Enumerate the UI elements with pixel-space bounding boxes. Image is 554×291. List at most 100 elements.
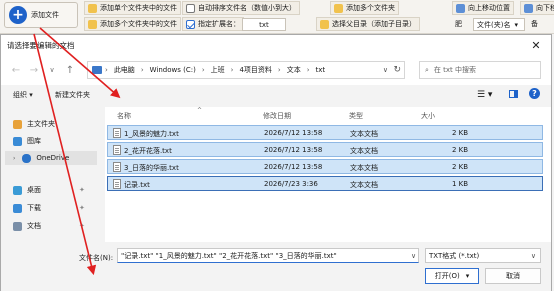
plus-icon: + <box>9 6 27 24</box>
close-button[interactable]: ✕ <box>521 35 551 55</box>
add-multiple-folders-button[interactable]: 添加多个文件夹 <box>330 1 399 15</box>
search-box[interactable]: ⌕ 在 txt 中搜索 <box>419 61 541 79</box>
cloud-icon <box>22 153 32 163</box>
file-row[interactable]: 记录.txt 2026/7/23 3:36 文本文档 1 KB <box>107 176 543 191</box>
filename-input[interactable]: "记录.txt" "1_风景的魅力.txt" "2_花开花落.txt" "3_日… <box>117 248 419 263</box>
breadcrumb-item[interactable]: 此电脑 <box>114 65 135 75</box>
preview-pane-icon[interactable] <box>509 90 518 98</box>
open-button[interactable]: 打开(O) ▾ <box>425 268 479 284</box>
dialog-titlebar: 请选择要编辑的文档 ✕ <box>1 35 551 55</box>
file-type: 文本文档 <box>350 164 378 172</box>
breadcrumb-item[interactable]: 4项目资料 <box>239 65 271 75</box>
navigation-bar: ← → ∨ ↑ › 此电脑 › Windows (C:) › 上班 › 4项目资… <box>1 55 551 85</box>
file-row[interactable]: 1_风景的魅力.txt 2026/7/12 13:58 文本文档 2 KB <box>107 125 543 140</box>
home-icon <box>13 119 22 129</box>
filetype-value: TXT格式 (*.txt) <box>429 251 480 260</box>
refresh-icon[interactable]: ↻ <box>393 65 401 75</box>
command-bar: 组织 ▾ 新建文件夹 ☰ ▾ ? <box>1 85 551 107</box>
chevron-down-icon[interactable]: ∨ <box>383 66 388 74</box>
recent-chevron-icon[interactable]: ∨ <box>43 66 61 74</box>
help-icon[interactable]: ? <box>529 88 540 99</box>
toolbar-label: 肥 <box>455 20 462 28</box>
sidebar-item-label: 下载 <box>27 204 41 212</box>
sidebar-item-home[interactable]: 主文件夹 <box>13 117 55 131</box>
text-file-icon <box>113 179 121 189</box>
extension-input[interactable]: txt <box>242 18 286 31</box>
sidebar-item-downloads[interactable]: 下载 <box>13 201 41 215</box>
arrow-down-icon <box>524 3 533 13</box>
add-multi-folder-files-button[interactable]: 添加多个文件夹中的文件 <box>84 17 181 31</box>
sidebar-item-desktop[interactable]: 桌面 <box>13 183 41 197</box>
sidebar-item-documents[interactable]: 文档 <box>13 219 41 233</box>
move-up-button[interactable]: 向上移动位置 <box>452 1 514 15</box>
file-name: 1_风景的魅力.txt <box>124 130 179 138</box>
new-folder-button[interactable]: 新建文件夹 <box>55 90 90 100</box>
cancel-button[interactable]: 取消 <box>485 268 541 284</box>
organize-button[interactable]: 组织 ▾ <box>13 90 33 100</box>
breadcrumb-separator: › <box>277 66 281 74</box>
address-bar[interactable]: › 此电脑 › Windows (C:) › 上班 › 4项目资料 › 文本 ›… <box>87 61 405 79</box>
sort-select[interactable]: 文件(夹)名 ▾ <box>473 18 525 31</box>
view-options-icon[interactable]: ☰ ▾ <box>477 90 492 100</box>
arrow-up-icon <box>456 3 465 13</box>
filename-label: 文件名(N): <box>79 254 114 262</box>
toolbar-label: 向上移动位置 <box>468 4 510 12</box>
breadcrumb-item[interactable]: 上班 <box>211 65 225 75</box>
forward-arrow-icon[interactable]: → <box>25 65 43 76</box>
select-parent-dir-button[interactable]: 选择父目录（添加子目录） <box>316 17 420 31</box>
add-single-folder-files-button[interactable]: 添加单个文件夹中的文件 <box>84 1 181 15</box>
text-file-icon <box>113 128 121 138</box>
chevron-right-icon[interactable]: › <box>13 155 15 162</box>
sidebar-item-gallery[interactable]: 图库 <box>13 134 41 148</box>
up-arrow-icon[interactable]: ↑ <box>61 65 79 76</box>
file-type: 文本文档 <box>350 147 378 155</box>
file-name: 3_日落的华丽.txt <box>124 164 179 172</box>
download-icon <box>13 203 22 213</box>
close-icon: ✕ <box>531 38 541 52</box>
toolbar-label: 指定扩展名： <box>198 20 240 28</box>
toolbar-label: 向下移 <box>536 4 554 12</box>
specify-extension-checkbox[interactable]: 指定扩展名： <box>182 17 244 31</box>
auto-sort-checkbox[interactable]: 自动排序文件名（数值小到大） <box>182 1 300 15</box>
file-size: 2 KB <box>452 129 469 137</box>
chevron-down-icon: ∨ <box>530 252 536 260</box>
folder-icon <box>320 19 329 29</box>
breadcrumb-separator: › <box>105 66 108 74</box>
column-label: 名称 <box>117 112 131 120</box>
back-arrow-icon[interactable]: ← <box>7 65 25 76</box>
sort-select-value: 文件(夹)名 <box>477 20 511 29</box>
filename-value: "记录.txt" "1_风景的魅力.txt" "2_花开花落.txt" "3_日… <box>121 251 337 260</box>
file-type: 文本文档 <box>350 181 378 189</box>
column-header-type[interactable]: 类型 <box>349 111 363 121</box>
toolbar-label: 添加多个文件夹中的文件 <box>100 20 177 28</box>
sidebar-item-onedrive[interactable]: › OneDrive <box>5 151 97 165</box>
this-pc-icon <box>92 66 102 74</box>
breadcrumb-separator: › <box>230 66 234 74</box>
pin-icon: ✦ <box>79 204 85 212</box>
dialog-title: 请选择要编辑的文档 <box>7 40 75 50</box>
add-file-button[interactable]: + 添加文件 <box>4 2 78 28</box>
breadcrumb-item[interactable]: Windows (C:) <box>150 66 196 74</box>
add-file-label: 添加文件 <box>31 11 59 19</box>
breadcrumb-item[interactable]: txt <box>316 66 326 74</box>
column-header-name[interactable]: 名称 ^ <box>117 107 202 121</box>
chevron-down-icon[interactable]: ∨ <box>411 252 416 260</box>
open-file-dialog: 请选择要编辑的文档 ✕ ← → ∨ ↑ › 此电脑 › Windows (C:)… <box>0 34 552 291</box>
breadcrumb-item[interactable]: 文本 <box>287 65 301 75</box>
column-header-modified[interactable]: 修改日期 <box>263 111 291 121</box>
column-header-size[interactable]: 大小 <box>421 111 435 121</box>
breadcrumb-separator: › <box>201 66 205 74</box>
filetype-select[interactable]: TXT格式 (*.txt) ∨ <box>425 248 541 263</box>
file-row[interactable]: 3_日落的华丽.txt 2026/7/12 13:58 文本文档 2 KB <box>107 159 543 174</box>
file-modified: 2026/7/12 13:58 <box>264 146 323 154</box>
file-name: 记录.txt <box>124 181 150 189</box>
move-down-button[interactable]: 向下移 <box>520 1 554 15</box>
open-dropdown-icon[interactable]: ▾ <box>466 272 470 280</box>
cancel-label: 取消 <box>506 272 520 280</box>
file-row[interactable]: 2_花开花落.txt 2026/7/12 13:58 文本文档 2 KB <box>107 142 543 157</box>
search-icon: ⌕ <box>425 65 429 74</box>
pin-icon: ✦ <box>79 186 85 194</box>
sidebar-item-label: 主文件夹 <box>27 120 55 128</box>
text-file-icon <box>113 145 121 155</box>
breadcrumb-separator: › <box>306 66 310 74</box>
